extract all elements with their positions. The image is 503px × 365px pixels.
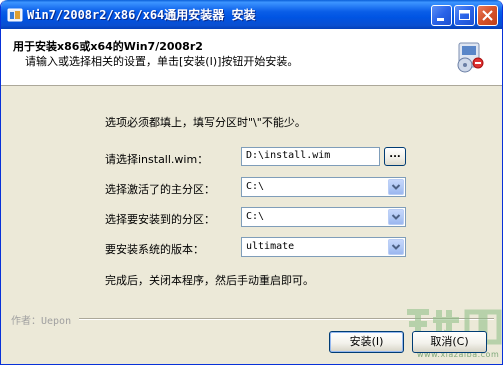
chevron-down-icon[interactable]	[388, 179, 404, 195]
header-subtitle: 请输入或选择相关的设置，单击[安装(I)]按钮开始安装。	[25, 55, 299, 68]
wim-label: 请选择install.wim：	[105, 153, 209, 166]
header-title: 用于安装x86或x64的Win7/2008r2	[13, 40, 203, 53]
maximize-icon	[459, 10, 470, 20]
close-icon	[482, 10, 493, 21]
target-partition-select[interactable]: C:\	[241, 207, 406, 227]
chevron-down-icon[interactable]	[388, 209, 404, 225]
completion-note: 完成后，关闭本程序，然后手动重启即可。	[105, 274, 314, 287]
instruction-text: 选项必须都填上，填写分区时"\"不能少。	[105, 116, 306, 129]
edition-label: 要安装系统的版本：	[105, 243, 204, 256]
cancel-button[interactable]: 取消(C)	[412, 331, 487, 353]
maximize-button[interactable]	[454, 5, 475, 26]
install-button[interactable]: 安装(I)	[329, 331, 404, 353]
browse-button[interactable]: ...	[384, 147, 406, 166]
edition-select[interactable]: ultimate	[241, 237, 406, 257]
active-partition-select[interactable]: C:\	[241, 177, 406, 197]
installer-icon	[7, 8, 23, 22]
wim-path-input[interactable]: D:\install.wim	[241, 147, 380, 166]
active-partition-value: C:\	[246, 181, 265, 192]
window-title: Win7/2008r2/x86/x64通用安装器 安装	[27, 8, 256, 22]
target-partition-value: C:\	[246, 211, 265, 222]
close-button[interactable]	[477, 5, 498, 26]
installer-window: Win7/2008r2/x86/x64通用安装器 安装 用于安装x86或x64的…	[0, 0, 503, 365]
minimize-icon	[437, 18, 444, 21]
setup-disk-icon	[457, 42, 484, 73]
active-partition-label: 选择激活了的主分区：	[105, 183, 215, 196]
title-bar[interactable]: Win7/2008r2/x86/x64通用安装器 安装	[1, 0, 502, 29]
target-partition-label: 选择要安装到的分区：	[105, 213, 215, 226]
header-panel: 用于安装x86或x64的Win7/2008r2 请输入或选择相关的设置，单击[安…	[1, 29, 502, 86]
chevron-down-icon[interactable]	[388, 239, 404, 255]
minimize-button[interactable]	[431, 5, 452, 26]
author-credit: 作者：Uepon	[11, 316, 72, 327]
edition-value: ultimate	[246, 241, 295, 252]
